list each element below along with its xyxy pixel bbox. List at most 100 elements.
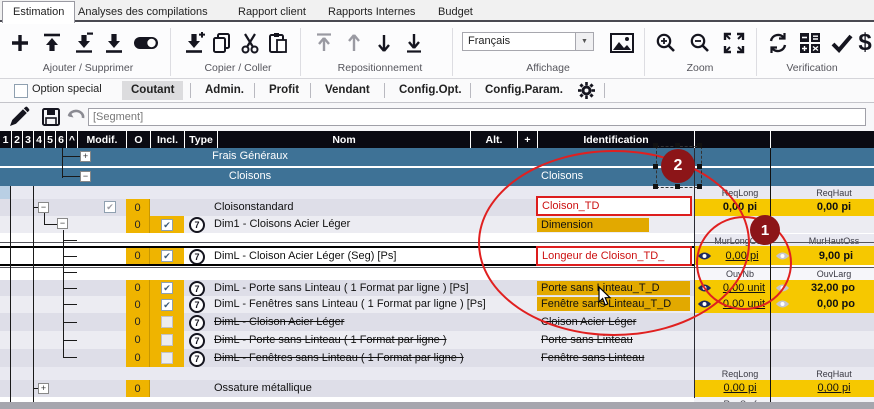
col-header-plus[interactable]: + [517, 131, 537, 148]
menu-tab-estimation[interactable]: Estimation [2, 1, 75, 23]
refresh-button[interactable] [764, 29, 792, 57]
option-special-checkbox[interactable] [14, 84, 28, 98]
toggle-switch-button[interactable] [132, 29, 160, 57]
cut-button[interactable] [236, 29, 264, 57]
incl-cell[interactable]: ✔ [150, 248, 184, 264]
selection-handle[interactable] [697, 143, 702, 148]
checkbox-unchecked[interactable] [161, 352, 173, 364]
recalculate-button[interactable] [796, 29, 824, 57]
checkbox-checked[interactable]: ✔ [161, 219, 173, 231]
chevron-down-icon[interactable]: ▼ [575, 33, 593, 50]
checkbox-checked[interactable]: ✔ [161, 299, 173, 311]
move-top-button[interactable] [310, 29, 338, 57]
selection-handle[interactable] [697, 184, 702, 189]
menu-tab-rapport-client[interactable]: Rapport client [228, 2, 316, 22]
reqlong-value[interactable]: 0,00 pi [723, 382, 756, 394]
image-view-button[interactable] [608, 29, 636, 57]
col-header-1[interactable]: 1 [0, 131, 11, 148]
o-cell[interactable]: 0 [126, 216, 150, 233]
murhautoss-value[interactable]: 9,00 pi [819, 250, 853, 262]
collapse-minus-icon[interactable]: − [38, 202, 49, 213]
o-cell[interactable]: 0 [126, 349, 150, 367]
menu-tab-budget[interactable]: Budget [428, 2, 483, 22]
edit-button[interactable] [8, 106, 30, 133]
incl-cell[interactable] [150, 313, 184, 331]
col-header-4[interactable]: 4 [33, 131, 44, 148]
o-cell[interactable]: 0 [126, 296, 150, 313]
checkbox-unchecked[interactable] [161, 334, 173, 346]
add-row-button[interactable] [6, 29, 34, 57]
expand-plus-icon[interactable]: + [38, 383, 49, 394]
selection-handle[interactable] [653, 184, 658, 189]
col-header-modif[interactable]: Modif. [77, 131, 126, 148]
incl-cell[interactable] [150, 349, 184, 367]
selection-handle[interactable] [653, 143, 658, 148]
move-bottom-button[interactable] [400, 29, 428, 57]
col-header-3[interactable]: 3 [22, 131, 33, 148]
tab-admin[interactable]: Admin. [196, 81, 253, 100]
expand-plus-icon[interactable]: + [80, 151, 91, 162]
move-down-button[interactable] [370, 29, 398, 57]
insert-row-above-button[interactable] [38, 29, 66, 57]
o-cell[interactable]: 0 [126, 280, 150, 296]
cost-button[interactable]: $ [856, 29, 874, 57]
col-header-caret[interactable]: ^ [66, 131, 77, 148]
selection-handle[interactable] [675, 184, 680, 189]
o-cell[interactable]: 0 [126, 331, 150, 349]
o-cell[interactable]: 0 [126, 380, 150, 397]
group-row-frais-generaux[interactable]: Frais Généraux [0, 148, 874, 166]
paste-insert-button[interactable] [180, 29, 208, 57]
collapse-minus-icon[interactable]: − [80, 171, 91, 182]
table-row-diml-cloison-strike[interactable]: 0 7 DimL - Cloison Acier Léger Cloison A… [0, 313, 874, 331]
table-row-fenetres-strike[interactable]: 0 7 DimL - Fenêtres sans Linteau ( 1 For… [0, 349, 874, 367]
bottom-scrollbar[interactable] [0, 402, 874, 409]
incl-cell[interactable]: ✔ [150, 216, 184, 233]
col-header-nom[interactable]: Nom [217, 131, 470, 148]
table-row-porte-strike[interactable]: 0 7 DimL - Porte sans Linteau ( 1 Format… [0, 331, 874, 349]
col-header-type[interactable]: Type [184, 131, 217, 148]
col-header-2[interactable]: 2 [11, 131, 22, 148]
incl-cell[interactable]: ✔ [150, 280, 184, 296]
selection-handle[interactable] [653, 164, 658, 169]
modif-checkbox[interactable]: ✔ [104, 201, 116, 213]
reqhaut-value[interactable]: 0,00 pi [817, 382, 850, 394]
undo-button[interactable] [66, 109, 86, 130]
verify-button[interactable] [828, 29, 856, 57]
group-row-cloisons[interactable]: Cloisons Cloisons [0, 168, 874, 186]
tab-config-param[interactable]: Config.Param. [476, 81, 572, 100]
col-header-5[interactable]: 5 [44, 131, 55, 148]
collapse-minus-icon[interactable]: − [57, 218, 68, 229]
move-up-button[interactable] [340, 29, 368, 57]
tab-vendant[interactable]: Vendant [316, 81, 379, 100]
zoom-in-button[interactable] [652, 29, 680, 57]
language-combo[interactable]: Français ▼ [462, 32, 594, 51]
save-button[interactable] [42, 108, 60, 131]
col-header-o[interactable]: O [126, 131, 150, 148]
tab-profit[interactable]: Profit [260, 81, 308, 100]
col-header-6[interactable]: 6 [55, 131, 66, 148]
selection-handle[interactable] [697, 164, 702, 169]
tab-config-opt[interactable]: Config.Opt. [390, 81, 471, 100]
copy-button[interactable] [208, 29, 236, 57]
menu-tab-analyses[interactable]: Analyses des compilations [68, 2, 218, 22]
tab-coutant[interactable]: Coutant [122, 81, 183, 100]
formula-eye-icon-light[interactable] [775, 299, 790, 309]
settings-button[interactable] [578, 82, 595, 104]
checkbox-unchecked[interactable] [161, 316, 173, 328]
reqhaut-value[interactable]: 0,00 pi [817, 201, 851, 213]
ouvlarg-porte-value[interactable]: 32,00 po [811, 282, 855, 294]
selection-handle[interactable] [675, 143, 680, 148]
incl-cell[interactable] [150, 331, 184, 349]
ouvlarg-fenetre-value[interactable]: 0,00 po [817, 298, 855, 310]
zoom-out-button[interactable] [686, 29, 714, 57]
segment-input[interactable]: [Segment] [88, 108, 866, 126]
checkbox-checked[interactable]: ✔ [161, 250, 173, 262]
zoom-fit-button[interactable] [720, 29, 748, 57]
col-header-alt[interactable]: Alt. [470, 131, 517, 148]
o-cell[interactable]: 0 [126, 248, 150, 264]
col-header-incl[interactable]: Incl. [150, 131, 184, 148]
paste-button[interactable] [264, 29, 292, 57]
o-cell[interactable]: 0 [126, 313, 150, 331]
identification-cell[interactable]: Fenêtre sans Linteau [541, 352, 644, 364]
delete-row-button[interactable] [70, 29, 98, 57]
